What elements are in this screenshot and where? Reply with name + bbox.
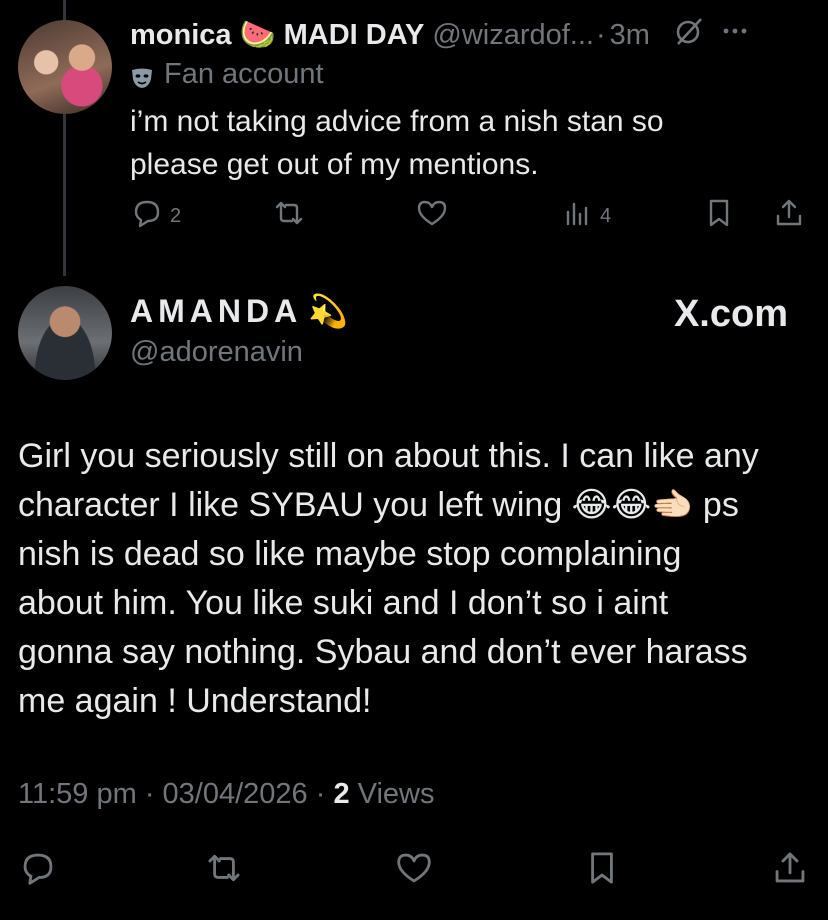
grok-icon[interactable] (674, 16, 704, 54)
reply-icon (18, 848, 58, 894)
tweet-metadata: 11:59 pm · 03/04/2026 · 2 Views (18, 778, 435, 811)
reply-count: 2 (170, 204, 182, 227)
avatar[interactable] (18, 286, 112, 380)
avatar[interactable] (18, 20, 112, 114)
share-icon (770, 848, 810, 894)
text-line: nish is dead so like maybe stop complain… (18, 535, 682, 573)
display-name: AMANDA (130, 292, 303, 329)
views-label: Views (357, 778, 435, 810)
retweet-icon (204, 848, 244, 894)
text-line: please get out of my mentions. (130, 148, 539, 181)
main-tweet-actions (18, 848, 818, 892)
main-tweet-text: Girl you seriously still on about this. … (18, 432, 818, 726)
retweet-button[interactable] (272, 196, 306, 236)
fan-account-label: Fan account (130, 58, 324, 91)
share-icon (772, 196, 806, 236)
handle[interactable]: @wizardof... (432, 19, 594, 52)
bookmark-icon (702, 196, 736, 236)
text-line: about him. You like suki and I don’t so … (18, 584, 669, 622)
reply-tweet-actions: 2 4 (130, 196, 810, 240)
like-button[interactable] (415, 196, 449, 236)
secondary-name: MADI DAY (283, 18, 425, 51)
reply-tweet-header: monica 🍉 MADI DAY @wizardof... · 3m (130, 14, 758, 56)
x-com-watermark: X.com (673, 293, 788, 335)
text-line: gonna say nothing. Sybau and don’t ever … (18, 633, 748, 671)
bookmark-button[interactable] (702, 196, 736, 236)
timestamp[interactable]: 11:59 pm · 03/04/2026 · (18, 778, 325, 810)
share-button[interactable] (772, 196, 806, 236)
share-button[interactable] (770, 848, 810, 894)
like-icon (394, 848, 434, 894)
like-button[interactable] (394, 848, 434, 894)
fan-label-text: Fan account (164, 58, 324, 90)
bookmark-button[interactable] (582, 848, 622, 894)
author-name[interactable]: AMANDA 💫 (130, 292, 348, 330)
like-icon (415, 196, 449, 236)
analytics-icon (560, 196, 594, 236)
reply-button[interactable]: 2 (130, 196, 181, 236)
display-name[interactable]: monica (130, 19, 232, 52)
more-icon[interactable] (720, 16, 750, 54)
view-count: 2 (333, 778, 350, 810)
views-button[interactable]: 4 (560, 196, 611, 236)
mask-icon (130, 64, 154, 89)
bookmark-icon (582, 848, 622, 894)
text-line: me again ! Understand! (18, 682, 372, 720)
retweet-button[interactable] (204, 848, 244, 894)
reply-button[interactable] (18, 848, 58, 894)
handle[interactable]: @adorenavin (130, 336, 303, 369)
text-line: Girl you seriously still on about this. … (18, 437, 759, 475)
timestamp[interactable]: 3m (610, 19, 650, 52)
name-emoji: 💫 (308, 293, 349, 329)
reply-icon (130, 196, 164, 236)
name-emoji: 🍉 (239, 19, 276, 51)
reply-tweet-text: i’m not taking advice from a nish stan s… (130, 100, 790, 186)
separator: · (595, 18, 606, 51)
view-count: 4 (600, 204, 612, 227)
text-line: i’m not taking advice from a nish stan s… (130, 105, 664, 138)
text-line: character I like SYBAU you left wing 😂😂🫲… (18, 486, 739, 524)
retweet-icon (272, 196, 306, 236)
